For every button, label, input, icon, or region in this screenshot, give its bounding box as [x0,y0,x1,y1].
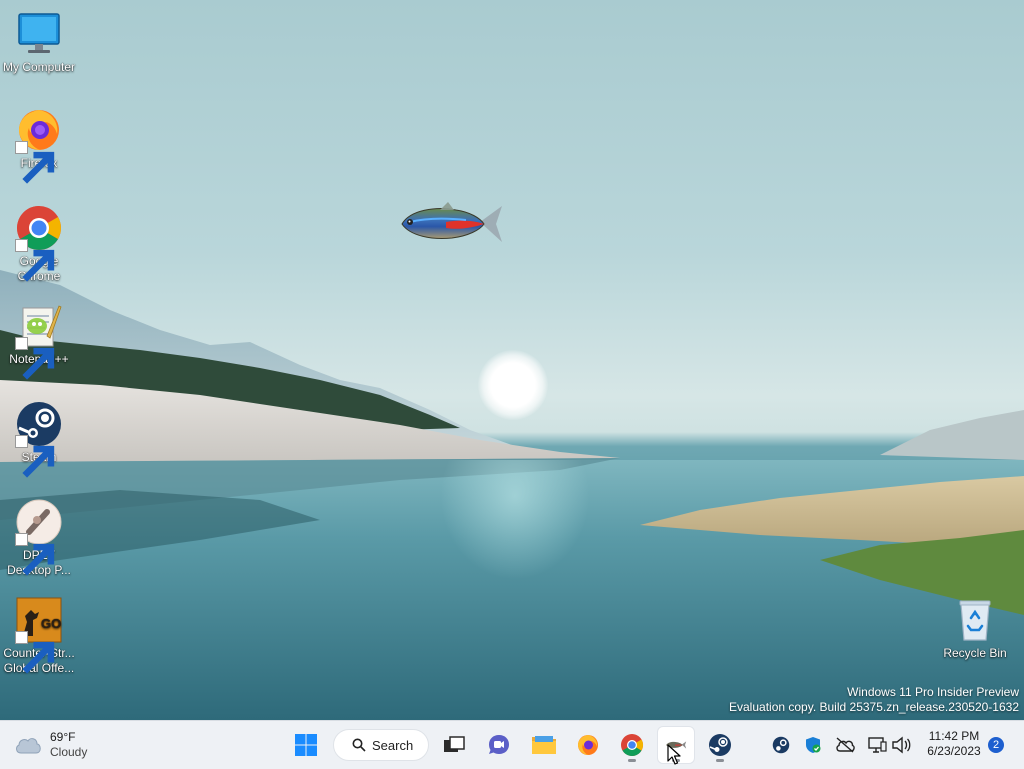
dpet-icon [15,498,63,576]
shortcut-arrow-icon [15,141,55,184]
chrome-icon [621,734,643,756]
watermark-line1: Windows 11 Pro Insider Preview [847,685,1019,699]
steam-taskbar-button[interactable] [702,727,738,763]
firefox-icon [15,106,63,184]
teams-chat-button[interactable] [481,727,517,763]
steam-icon [709,734,731,756]
firefox-icon [578,735,598,755]
windows-start-icon [295,734,317,756]
volume-icon[interactable] [889,733,913,757]
network-icon[interactable] [865,733,889,757]
mouse-cursor-icon [667,744,681,765]
desktop-icon-my-computer[interactable]: My Computer [0,10,78,75]
start-button[interactable] [288,727,324,763]
notification-badge[interactable]: 2 [988,737,1004,753]
file-explorer-button[interactable] [526,727,562,763]
shortcut-arrow-icon [15,631,55,674]
onedrive-offline-icon[interactable] [833,733,857,757]
task-view-icon [444,736,465,752]
desktop-icon-recycle-bin[interactable]: Recycle Bin [936,596,1014,661]
desktop-pet-fish[interactable] [396,198,506,250]
csgo-icon: GO [15,596,63,674]
teams-chat-icon [489,735,509,754]
recycle-bin-icon [951,596,999,644]
evaluation-watermark: Windows 11 Pro Insider Preview Evaluatio… [729,685,1019,715]
svg-text:GO: GO [41,616,61,631]
firefox-taskbar-button[interactable] [570,727,606,763]
clock[interactable]: 11:42 PM 6/23/2023 [918,729,990,759]
steam-tray-icon[interactable] [769,733,793,757]
desktop-icon-csgo[interactable]: GO Counter-Str... Global Offe... [0,596,78,676]
cloud-icon [16,738,41,754]
shortcut-arrow-icon [15,239,55,282]
task-view-button[interactable] [436,727,472,763]
folder-icon [532,736,556,754]
sun-reflection [440,460,590,580]
chrome-icon [15,204,63,282]
shortcut-arrow-icon [15,337,55,380]
search-icon [352,738,366,752]
notepadpp-icon [15,302,63,380]
desktop-icon-label: Recycle Bin [943,646,1007,660]
monitor-icon [15,10,63,58]
desktop-icon-label: My Computer [2,60,76,74]
weather-widget[interactable]: 69°F Cloudy [14,729,87,761]
clock-time: 11:42 PM [928,729,980,743]
watermark-line2: Evaluation copy. Build 25375.zn_release.… [729,700,1019,714]
shortcut-arrow-icon [15,533,55,576]
desktop-icon-chrome[interactable]: Google Chrome [0,204,78,284]
sun [478,350,548,420]
desktop-icon-dpet[interactable]: DPET Desktop P... [0,498,78,578]
taskbar: 69°F Cloudy Search 11:42 PM 6/23/2023 2 [0,720,1024,769]
search-box[interactable]: Search [333,729,429,761]
desktop-icon-firefox[interactable]: Firefox [0,106,78,184]
running-indicator [716,759,724,762]
steam-icon [15,400,63,478]
desktop[interactable]: My Computer Firefox Google Chrome Notepa… [0,0,1024,720]
search-label: Search [372,737,414,753]
shortcut-arrow-icon [15,435,55,478]
chrome-taskbar-button[interactable] [614,727,650,763]
weather-condition: Cloudy [50,745,88,759]
running-indicator [628,759,636,762]
desktop-icon-notepadpp[interactable]: Notepad++ [0,302,78,380]
desktop-icon-steam[interactable]: Steam [0,400,78,478]
clock-date: 6/23/2023 [927,744,981,758]
defender-icon[interactable] [801,733,825,757]
weather-temp: 69°F [50,730,76,744]
